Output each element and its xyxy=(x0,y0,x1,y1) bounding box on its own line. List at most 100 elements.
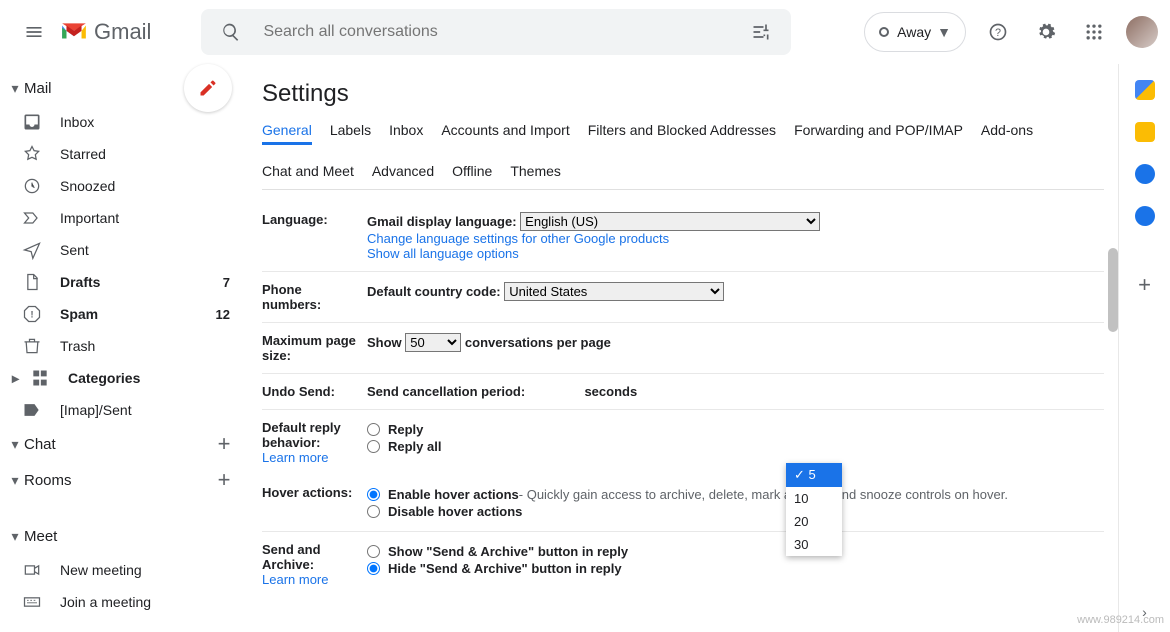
chevron-down-icon: ▼ xyxy=(937,24,951,40)
nav-label: Spam xyxy=(60,306,98,322)
reply-radio[interactable] xyxy=(367,423,380,436)
reply-all-radio[interactable] xyxy=(367,440,380,453)
setting-label: Undo Send: xyxy=(262,384,367,399)
sidebar-item-sent[interactable]: Sent xyxy=(0,234,248,266)
sidebar-item-trash[interactable]: Trash xyxy=(0,330,248,362)
tab-inbox[interactable]: Inbox xyxy=(389,122,423,145)
search-bar[interactable] xyxy=(201,9,791,55)
search-options-icon[interactable] xyxy=(739,10,783,54)
svg-text:!: ! xyxy=(30,309,33,319)
nav-label: New meeting xyxy=(60,562,142,578)
undo-suffix: seconds xyxy=(584,384,637,399)
keep-icon[interactable] xyxy=(1135,122,1155,142)
search-input[interactable] xyxy=(253,23,739,41)
undo-option-5[interactable]: ✓ 5 xyxy=(786,463,842,487)
undo-option-10[interactable]: 10 xyxy=(786,487,842,510)
sidebar-item-starred[interactable]: Starred xyxy=(0,138,248,170)
show-send-archive-radio[interactable] xyxy=(367,545,380,558)
enable-hover-radio[interactable] xyxy=(367,488,380,501)
important-icon xyxy=(20,208,44,228)
tab-themes[interactable]: Themes xyxy=(510,163,561,185)
app-header: Gmail Away ▼ ? xyxy=(0,0,1170,64)
change-language-link[interactable]: Change language settings for other Googl… xyxy=(367,231,669,246)
country-code-label: Default country code: xyxy=(367,284,501,299)
disable-hover-radio[interactable] xyxy=(367,505,380,518)
rooms-section-header[interactable]: ▾ Rooms + xyxy=(0,462,248,498)
chat-section-label: Chat xyxy=(24,436,56,453)
categories-icon xyxy=(28,368,52,388)
setting-send-archive: Send and Archive: Learn more Show "Send … xyxy=(262,532,1104,597)
rooms-section-label: Rooms xyxy=(24,472,72,489)
side-panel: + › xyxy=(1118,64,1170,632)
sidebar-item-spam[interactable]: ! Spam 12 xyxy=(0,298,248,330)
sidebar-item-snoozed[interactable]: Snoozed xyxy=(0,170,248,202)
setting-label: Phone numbers: xyxy=(262,282,367,312)
tab-offline[interactable]: Offline xyxy=(452,163,492,185)
new-room-button[interactable]: + xyxy=(210,467,238,493)
away-status-icon xyxy=(879,27,889,37)
undo-option-30[interactable]: 30 xyxy=(786,533,842,556)
contacts-icon[interactable] xyxy=(1135,206,1155,226)
video-icon xyxy=(20,560,44,580)
meet-section-header[interactable]: ▾ Meet xyxy=(0,518,248,554)
add-addon-button[interactable]: + xyxy=(1138,272,1151,298)
join-meeting-button[interactable]: Join a meeting xyxy=(0,586,248,618)
tab-general[interactable]: General xyxy=(262,122,312,145)
sidebar-item-important[interactable]: Important xyxy=(0,202,248,234)
sidebar-item-imap-sent[interactable]: [Imap]/Sent xyxy=(0,394,248,426)
settings-gear-icon[interactable] xyxy=(1024,10,1068,54)
compose-button[interactable] xyxy=(184,64,232,112)
display-language-label: Gmail display language: xyxy=(367,214,517,229)
tab-accounts[interactable]: Accounts and Import xyxy=(441,122,569,145)
status-chip[interactable]: Away ▼ xyxy=(864,12,966,52)
undo-option-20[interactable]: 20 xyxy=(786,510,842,533)
account-avatar[interactable] xyxy=(1126,16,1158,48)
setting-language: Language: Gmail display language: Englis… xyxy=(262,202,1104,272)
show-send-archive-label: Show "Send & Archive" button in reply xyxy=(388,544,628,559)
tab-labels[interactable]: Labels xyxy=(330,122,371,145)
tab-forwarding[interactable]: Forwarding and POP/IMAP xyxy=(794,122,963,145)
tab-chat-meet[interactable]: Chat and Meet xyxy=(262,163,354,185)
setting-label: Hover actions: xyxy=(262,485,367,521)
enable-hover-label: Enable hover actions xyxy=(388,487,519,502)
chevron-down-icon: ▾ xyxy=(6,472,24,489)
apps-grid-icon[interactable] xyxy=(1072,10,1116,54)
new-chat-button[interactable]: + xyxy=(210,431,238,457)
main-menu-button[interactable] xyxy=(12,10,56,54)
star-icon xyxy=(20,144,44,164)
header-actions: ? xyxy=(976,10,1158,54)
tab-filters[interactable]: Filters and Blocked Addresses xyxy=(588,122,776,145)
undo-send-dropdown[interactable]: ✓ 5 10 20 30 xyxy=(786,463,842,556)
search-icon[interactable] xyxy=(209,10,253,54)
scrollbar-thumb[interactable] xyxy=(1108,248,1118,332)
show-label: Show xyxy=(367,335,402,350)
setting-undo-send: Undo Send: Send cancellation period: sec… xyxy=(262,374,1104,410)
sidebar-item-categories[interactable]: ▸Categories xyxy=(0,362,248,394)
tab-addons[interactable]: Add-ons xyxy=(981,122,1033,145)
tasks-icon[interactable] xyxy=(1135,164,1155,184)
tab-advanced[interactable]: Advanced xyxy=(372,163,434,185)
help-icon[interactable]: ? xyxy=(976,10,1020,54)
clock-icon xyxy=(20,176,44,196)
nav-label: Join a meeting xyxy=(60,594,151,610)
calendar-icon[interactable] xyxy=(1135,80,1155,100)
disable-hover-label: Disable hover actions xyxy=(388,504,522,519)
hide-send-archive-radio[interactable] xyxy=(367,562,380,575)
mail-section-label: Mail xyxy=(24,80,52,97)
setting-hover-actions: Hover actions: Enable hover actions - Qu… xyxy=(262,475,1104,532)
learn-more-link[interactable]: Learn more xyxy=(262,450,328,465)
gmail-logo[interactable]: Gmail xyxy=(60,19,151,45)
nav-count: 12 xyxy=(216,307,230,322)
learn-more-link[interactable]: Learn more xyxy=(262,572,328,587)
setting-label: Maximum page size: xyxy=(262,333,367,363)
sidebar-item-drafts[interactable]: Drafts7 xyxy=(0,266,248,298)
language-select[interactable]: English (US) xyxy=(520,212,820,231)
settings-tabs: General Labels Inbox Accounts and Import… xyxy=(262,122,1104,190)
pagesize-select[interactable]: 50 xyxy=(405,333,461,352)
chat-section-header[interactable]: ▾ Chat + xyxy=(0,426,248,462)
setting-phone: Phone numbers: Default country code: Uni… xyxy=(262,272,1104,323)
show-all-languages-link[interactable]: Show all language options xyxy=(367,246,519,261)
new-meeting-button[interactable]: New meeting xyxy=(0,554,248,586)
country-code-select[interactable]: United States xyxy=(504,282,724,301)
send-icon xyxy=(20,240,44,260)
